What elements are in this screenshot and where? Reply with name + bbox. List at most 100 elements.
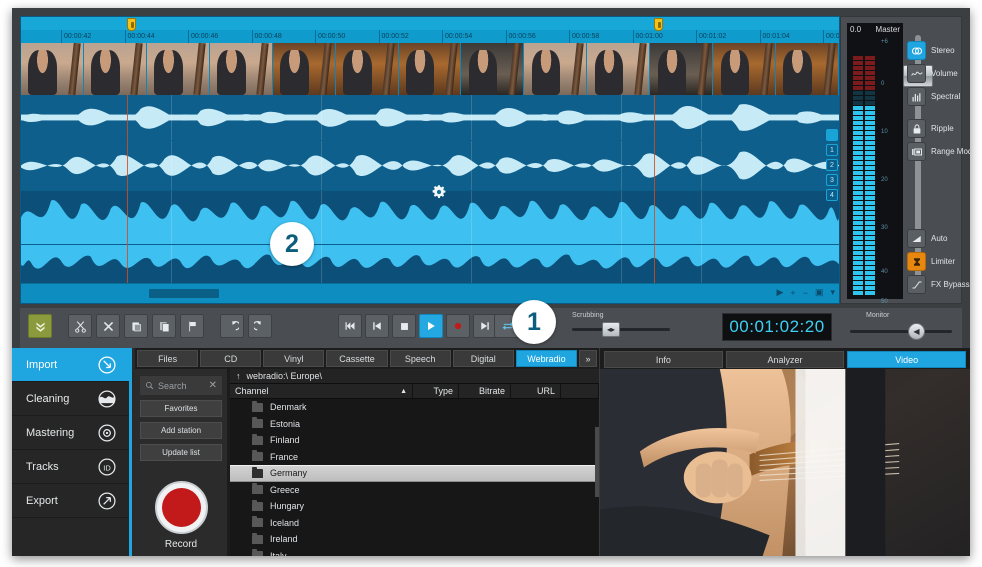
timeline-marker[interactable] <box>127 18 136 31</box>
tab-vinyl[interactable]: Vinyl <box>263 350 325 367</box>
mode-row-limiter[interactable]: Limiter <box>907 250 961 273</box>
track-chip[interactable]: 4 <box>826 189 838 201</box>
channel-list-pane[interactable]: ↑ webradio:\ Europe\ Channel ▲ Type Bitr… <box>230 369 599 556</box>
monitor-rail[interactable] <box>850 330 952 333</box>
spectral-bars-icon[interactable] <box>907 87 926 106</box>
mode-row-volume[interactable]: Volume <box>907 62 961 85</box>
zoom-menu-icon[interactable]: ▾ <box>830 287 835 298</box>
search-clear-icon[interactable]: ✕ <box>209 380 217 391</box>
source-browser[interactable]: Files CD Vinyl Cassette Speech Digital Webradi… <box>135 348 599 556</box>
column-headers[interactable]: Channel ▲ Type Bitrate URL <box>230 384 599 399</box>
transport-bar[interactable]: Scrubbing ◂▸ 00:01:02:20 <box>20 308 840 348</box>
filmstrip-frame[interactable] <box>587 43 651 95</box>
tab-analyzer[interactable]: Analyzer <box>725 351 845 368</box>
copy-button[interactable] <box>152 314 176 338</box>
table-row[interactable]: Finland <box>230 432 599 449</box>
stereo-circles-icon[interactable] <box>907 41 926 60</box>
track-row[interactable] <box>21 95 839 141</box>
search-input[interactable]: Search ✕ <box>140 376 222 395</box>
tab-cd[interactable]: CD <box>200 350 262 367</box>
volume-curve-icon[interactable] <box>907 64 926 83</box>
source-tab-bar[interactable]: Files CD Vinyl Cassette Speech Digital Webradi… <box>135 350 599 367</box>
table-row[interactable]: Ireland <box>230 531 599 548</box>
zoom-in-icon[interactable]: + <box>790 288 795 298</box>
playback-controls[interactable] <box>338 314 497 338</box>
tab-files[interactable]: Files <box>137 350 199 367</box>
filmstrip-frame[interactable] <box>461 43 525 95</box>
table-row[interactable]: Iceland <box>230 515 599 532</box>
update-list-button[interactable]: Update list <box>140 444 222 461</box>
mode-row-spectral[interactable]: Spectral <box>907 85 961 108</box>
column-header-channel[interactable]: Channel ▲ <box>230 384 413 398</box>
tab-info[interactable]: Info <box>604 351 723 368</box>
scrubbing-rail[interactable] <box>572 328 670 331</box>
mode-row-auto[interactable]: Auto <box>907 227 961 250</box>
timeline-ruler[interactable]: 00:00:42 00:00:44 00:00:46 00:00:48 00:00:50… <box>21 17 839 43</box>
previous-marker-button[interactable] <box>365 314 389 338</box>
track-stack[interactable] <box>21 95 839 285</box>
zoom-fit-icon[interactable]: ▣ <box>815 287 824 298</box>
monitor-handle[interactable]: ◀ <box>908 323 925 340</box>
sidebar-item-tracks[interactable]: Tracks ID <box>12 450 129 484</box>
fx-bypass-icon[interactable] <box>907 275 926 294</box>
filmstrip-frame[interactable] <box>398 43 462 95</box>
video-preview-panel[interactable]: Info Analyzer Video <box>599 348 970 556</box>
sidebar-item-mastering[interactable]: Mastering <box>12 416 129 450</box>
table-row[interactable]: Greece <box>230 482 599 499</box>
add-station-button[interactable]: Add station <box>140 422 222 439</box>
stop-button[interactable] <box>392 314 416 338</box>
filmstrip-frame[interactable] <box>650 43 714 95</box>
lock-icon[interactable] <box>907 119 926 138</box>
ramp-icon[interactable] <box>907 229 926 248</box>
filmstrip-frame[interactable] <box>272 43 336 95</box>
scrubbing-slider[interactable]: Scrubbing ◂▸ <box>572 312 670 337</box>
preview-tab-bar[interactable]: Info Analyzer Video <box>604 351 967 368</box>
record-section[interactable]: Record <box>135 481 227 550</box>
filmstrip-frame[interactable] <box>713 43 777 95</box>
record-big-button[interactable] <box>154 481 208 534</box>
mode-row-ripple[interactable]: Ripple <box>907 117 961 140</box>
filmstrip-frame[interactable] <box>776 43 839 95</box>
tab-overflow-button[interactable]: » <box>578 350 597 367</box>
rewind-to-start-button[interactable] <box>338 314 362 338</box>
edit-mode-group[interactable]: Ripple Range Mode <box>907 117 970 163</box>
playhead[interactable] <box>127 95 128 283</box>
table-row[interactable]: Estonia <box>230 416 599 433</box>
timeline-marker[interactable] <box>654 18 663 31</box>
range-mode-icon[interactable] <box>907 142 926 161</box>
track-row[interactable] <box>21 191 839 245</box>
delete-button[interactable] <box>96 314 120 338</box>
arrow-up-icon[interactable]: ↑ <box>236 371 241 381</box>
view-mode-group[interactable]: Stereo Volume Spectral <box>907 39 961 108</box>
table-row[interactable]: Germany <box>230 465 599 482</box>
tab-digital[interactable]: Digital <box>452 350 514 367</box>
master-mixer-panel[interactable]: 0.0 Master +6 0 10 20 30 40 50 Stereo Volume Spe… <box>840 16 970 305</box>
redo-button[interactable] <box>248 314 272 338</box>
track-chip[interactable]: 1 <box>826 144 838 156</box>
track-selector-chips[interactable]: 1 2 3 4 <box>825 95 839 201</box>
table-row[interactable]: Hungary <box>230 498 599 515</box>
horizontal-scrollbar[interactable]: ▶ + − ▣ ▾ <box>21 283 839 303</box>
channel-rows[interactable]: Denmark Estonia Finland France Germany Greece… <box>230 399 599 556</box>
tab-video[interactable]: Video <box>847 351 967 368</box>
filmstrip-frame[interactable] <box>146 43 210 95</box>
webradio-controls-pane[interactable]: Search ✕ Favorites Add station Update list… <box>135 369 227 556</box>
column-header-url[interactable]: URL <box>511 384 561 398</box>
play-button[interactable] <box>419 314 443 338</box>
filmstrip-frame[interactable] <box>83 43 147 95</box>
tab-webradio[interactable]: Webradio <box>515 350 577 367</box>
table-row[interactable]: Italy <box>230 548 599 556</box>
limiter-icon[interactable] <box>907 252 926 271</box>
paste-button[interactable] <box>124 314 148 338</box>
filmstrip-frame[interactable] <box>335 43 399 95</box>
filmstrip-frame[interactable] <box>21 43 84 95</box>
sidebar-item-cleaning[interactable]: Cleaning <box>12 382 129 416</box>
track-row[interactable] <box>21 141 839 191</box>
pane-button-list[interactable]: Favorites Add station Update list <box>135 400 227 461</box>
column-header-type[interactable]: Type <box>413 384 459 398</box>
track-chip[interactable]: 3 <box>826 174 838 186</box>
tab-cassette[interactable]: Cassette <box>326 350 388 367</box>
workflow-sidebar[interactable]: Import Cleaning Mastering Tracks ID Export <box>12 348 132 556</box>
track-chip[interactable] <box>826 129 838 141</box>
favorites-button[interactable]: Favorites <box>140 400 222 417</box>
